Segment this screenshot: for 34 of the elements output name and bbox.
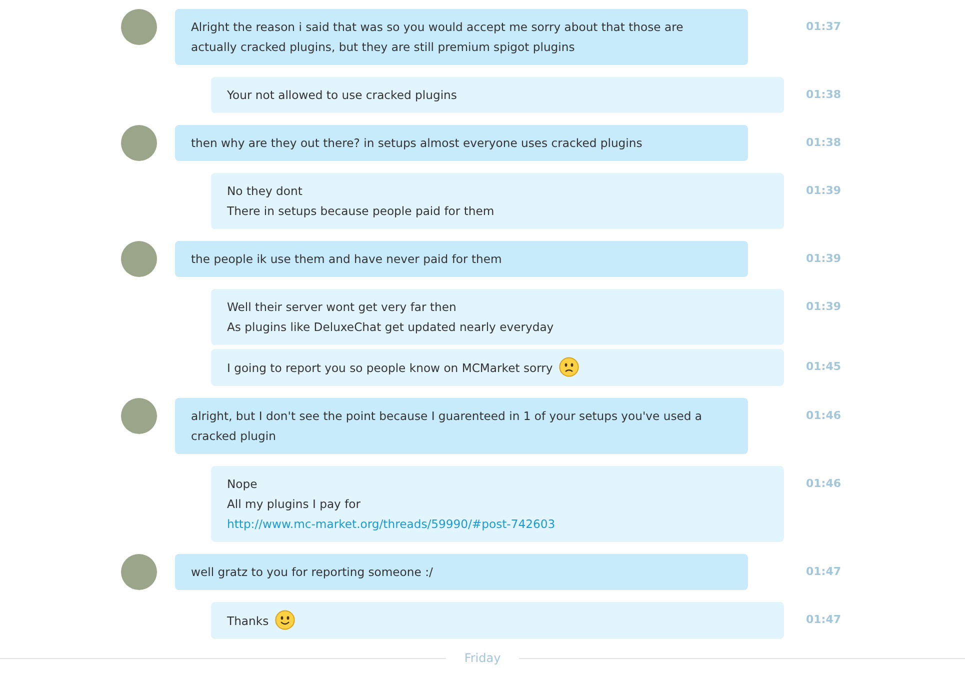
message-time: 01:46	[806, 408, 842, 424]
message-time: 01:38	[806, 87, 842, 103]
message-text: Nope	[227, 476, 258, 493]
message-text: As plugins like DeluxeChat get updated nearly everyday	[227, 319, 555, 336]
message-time: 01:39	[806, 251, 842, 267]
message-text: alright, but I don't see the point because I guarenteed in 1 of your setups you've used a cracked plugin	[191, 408, 704, 445]
message-time: 01:45	[806, 359, 842, 375]
smiley-face-icon	[275, 610, 296, 630]
message-text: Your not allowed to use cracked plugins	[227, 87, 458, 104]
message-time: 01:37	[806, 19, 842, 35]
message-text: No they dont	[227, 183, 304, 200]
message-link[interactable]: http://www.mc-market.org/threads/59990/#post-742603	[227, 514, 768, 534]
message-text: then why are they out there? in setups almost everyone uses cracked plugins	[191, 135, 644, 152]
message-text: There in setups because people paid for them	[227, 203, 496, 220]
message-time: 01:39	[806, 183, 842, 199]
day-divider-label: Friday	[463, 651, 502, 665]
message-text: Alright the reason i said that was so you would accept me sorry about that those are actually cracked plugins, but they are still premium spigot plugins	[191, 19, 684, 56]
message-time: 01:46	[806, 476, 842, 492]
avatar-placeholder	[121, 9, 157, 45]
worried-face-icon	[559, 357, 580, 377]
message-time: 01:38	[806, 135, 842, 151]
message-time: 01:39	[806, 299, 842, 315]
message-text: All my plugins I pay for	[227, 496, 362, 513]
message-text: I going to report you so people know on MCMarket sorry	[227, 361, 553, 375]
avatar-placeholder	[121, 125, 157, 161]
message-text: the people ik use them and have never paid for them	[191, 251, 503, 268]
avatar-placeholder	[121, 398, 157, 434]
message-text: Well their server wont get very far then	[227, 299, 458, 316]
message-time: 01:47	[806, 612, 842, 628]
avatar-placeholder	[121, 241, 157, 277]
message-text: Thanks	[227, 614, 269, 628]
message-time: 01:47	[806, 564, 842, 580]
avatar-placeholder	[121, 554, 157, 590]
message-text: well gratz to you for reporting someone :/	[191, 564, 434, 581]
